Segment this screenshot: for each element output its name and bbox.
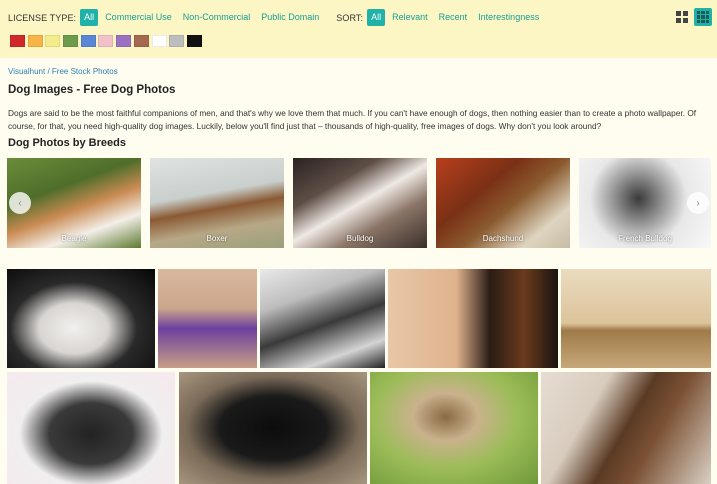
color-swatch-orange[interactable] xyxy=(27,35,43,47)
sort-all-button[interactable]: All xyxy=(367,9,386,26)
breed-card-boxer[interactable]: Boxer xyxy=(150,158,284,248)
color-swatch-yellow[interactable] xyxy=(45,35,61,47)
carousel-prev-icon[interactable]: ‹ xyxy=(9,192,31,214)
breadcrumb-section-link[interactable]: Free Stock Photos xyxy=(52,67,118,76)
breadcrumb-separator: / xyxy=(47,67,50,76)
photo-woman-rottweiler[interactable] xyxy=(388,269,558,368)
breed-label: Boxer xyxy=(206,234,228,243)
filter-row: LICENSE TYPE: All Commercial Use Non-Com… xyxy=(8,9,546,26)
page-title: Dog Images - Free Dog Photos xyxy=(8,84,176,96)
color-swatch-green[interactable] xyxy=(63,35,79,47)
breed-label: Bulldog xyxy=(346,234,374,243)
color-swatch-gray[interactable] xyxy=(169,35,185,47)
color-swatch-black[interactable] xyxy=(186,35,202,47)
breeds-section-title: Dog Photos by Breeds xyxy=(8,137,126,149)
color-filter-swatches xyxy=(10,35,205,47)
color-swatch-red[interactable] xyxy=(10,35,25,47)
sort-recent-button[interactable]: Recent xyxy=(435,9,472,26)
carousel-next-icon[interactable]: › xyxy=(687,192,709,214)
filter-bar: LICENSE TYPE: All Commercial Use Non-Com… xyxy=(0,0,717,58)
photo-yorkie-grass[interactable] xyxy=(370,372,538,484)
license-commercial-button[interactable]: Commercial Use xyxy=(101,9,176,26)
sort-label: SORT: xyxy=(336,12,364,23)
photo-bench-sunset[interactable] xyxy=(561,269,711,368)
large-grid-view-icon[interactable] xyxy=(673,8,691,26)
intro-text: Dogs are said to be the most faithful co… xyxy=(8,108,697,131)
photo-black-lab-wood[interactable] xyxy=(179,372,367,484)
license-noncommercial-button[interactable]: Non-Commercial xyxy=(179,9,255,26)
breadcrumb: Visualhunt / Free Stock Photos xyxy=(8,67,118,76)
breed-card-dachshund[interactable]: Dachshund xyxy=(436,158,570,248)
color-swatch-purple[interactable] xyxy=(116,35,132,47)
breed-label: Dachshund xyxy=(482,234,524,243)
photo-woman-dog-window[interactable] xyxy=(260,269,385,368)
breed-card-bulldog[interactable]: Bulldog xyxy=(293,158,427,248)
license-public-domain-button[interactable]: Public Domain xyxy=(257,9,323,26)
sort-relevant-button[interactable]: Relevant xyxy=(388,9,432,26)
color-swatch-brown[interactable] xyxy=(133,35,149,47)
color-swatch-white[interactable] xyxy=(151,35,167,47)
breed-label: Beagle xyxy=(61,234,87,243)
photo-french-bulldog-closeup[interactable] xyxy=(7,372,175,484)
license-type-label: LICENSE TYPE: xyxy=(8,12,77,23)
small-grid-view-icon[interactable] xyxy=(694,8,712,26)
license-all-button[interactable]: All xyxy=(80,9,99,26)
color-swatch-pink[interactable] xyxy=(98,35,114,47)
photo-woman-purple-dress[interactable] xyxy=(158,269,257,368)
color-swatch-blue[interactable] xyxy=(80,35,96,47)
breadcrumb-home-link[interactable]: Visualhunt xyxy=(8,67,45,76)
sort-interestingness-button[interactable]: Interestingness xyxy=(474,9,543,26)
photo-chocolate-lab-beach[interactable] xyxy=(541,372,711,484)
breed-label: French Bulldog xyxy=(618,234,672,243)
photo-dalmatian[interactable] xyxy=(7,269,155,368)
